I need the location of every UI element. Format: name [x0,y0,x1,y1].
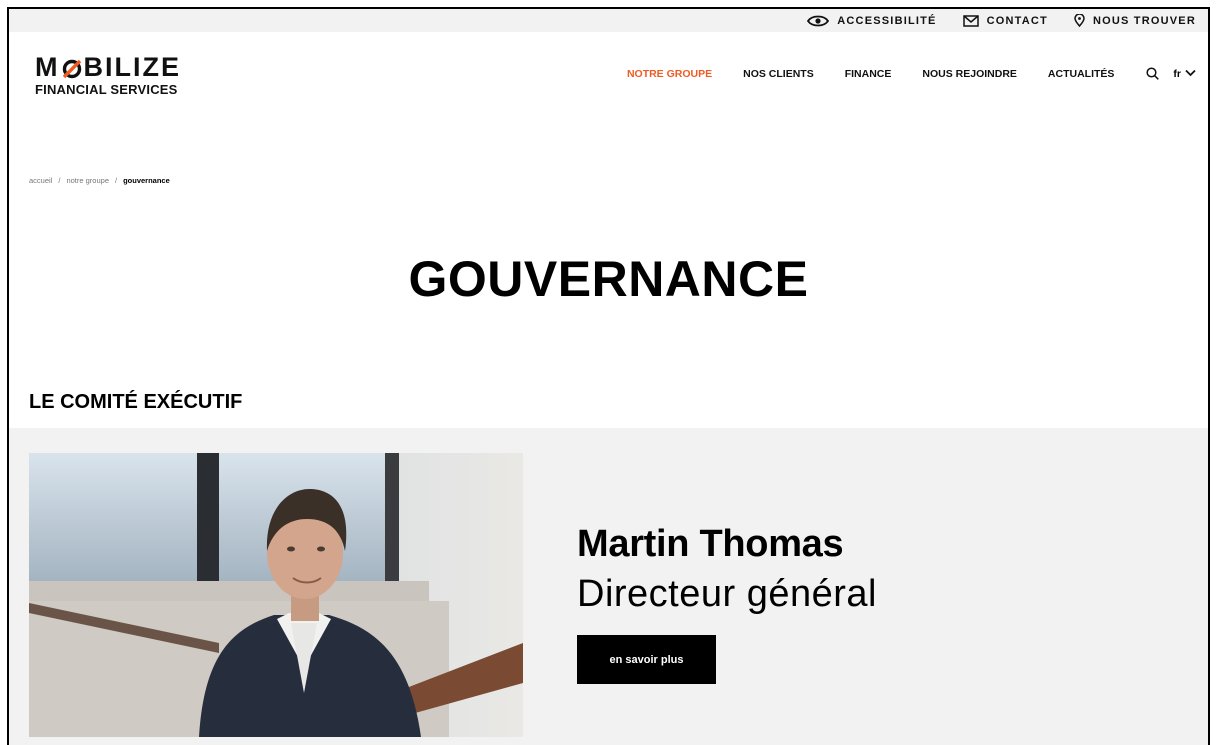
nav-item-actualites[interactable]: ACTUALITÉS [1048,68,1115,80]
executive-profile: Martin Thomas Directeur général en savoi… [9,428,1208,745]
mobilize-logo[interactable]: M BILIZE FINANCIAL SERVICES [35,52,181,98]
nav-item-nos-clients[interactable]: NOS CLIENTS [743,68,814,80]
contact-link[interactable]: CONTACT [962,14,1048,27]
contact-label: CONTACT [986,14,1048,27]
map-pin-icon [1074,14,1085,27]
nav-item-notre-groupe[interactable]: NOTRE GROUPE [627,68,712,80]
nav-item-finance[interactable]: FINANCE [845,68,892,80]
breadcrumb-separator: / [115,176,118,185]
logo-subtitle: FINANCIAL SERVICES [35,82,178,97]
section-title: LE COMITÉ EXÉCUTIF [29,391,243,413]
breadcrumb: accueil / notre groupe / gouvernance [29,176,170,185]
nav-item-nous-rejoindre[interactable]: NOUS REJOINDRE [922,68,1017,80]
breadcrumb-separator: / [58,176,61,185]
logo-text-bilize: BILIZE [83,52,181,82]
eye-icon [807,15,830,27]
chevron-down-icon [1185,68,1196,80]
main-nav: NOTRE GROUPE NOS CLIENTS FINANCE NOUS RE… [627,67,1196,80]
find-us-label: NOUS TROUVER [1092,14,1196,27]
language-selector[interactable]: fr [1173,68,1196,80]
find-us-link[interactable]: NOUS TROUVER [1074,14,1196,27]
executive-photo [29,453,523,737]
breadcrumb-notre-groupe[interactable]: notre groupe [66,176,109,185]
learn-more-button[interactable]: en savoir plus [577,635,716,684]
page-title: GOUVERNANCE [408,251,809,307]
mail-icon [962,14,979,27]
breadcrumb-home[interactable]: accueil [29,176,52,185]
utility-bar: ACCESSIBILITÉ CONTACT NOUS TROUVER [9,9,1208,32]
executive-name: Martin Thomas [577,523,844,565]
page-frame: ACCESSIBILITÉ CONTACT NOUS TROUVER M BIL… [7,7,1210,745]
accessibility-label: ACCESSIBILITÉ [837,14,937,27]
accessibility-link[interactable]: ACCESSIBILITÉ [807,15,936,27]
logo-text-m: M [35,52,60,82]
breadcrumb-current: gouvernance [123,176,170,185]
executive-role: Directeur général [577,573,877,615]
language-label: fr [1173,67,1181,80]
logo-o-mark-icon [62,57,82,79]
search-icon[interactable] [1146,67,1160,80]
